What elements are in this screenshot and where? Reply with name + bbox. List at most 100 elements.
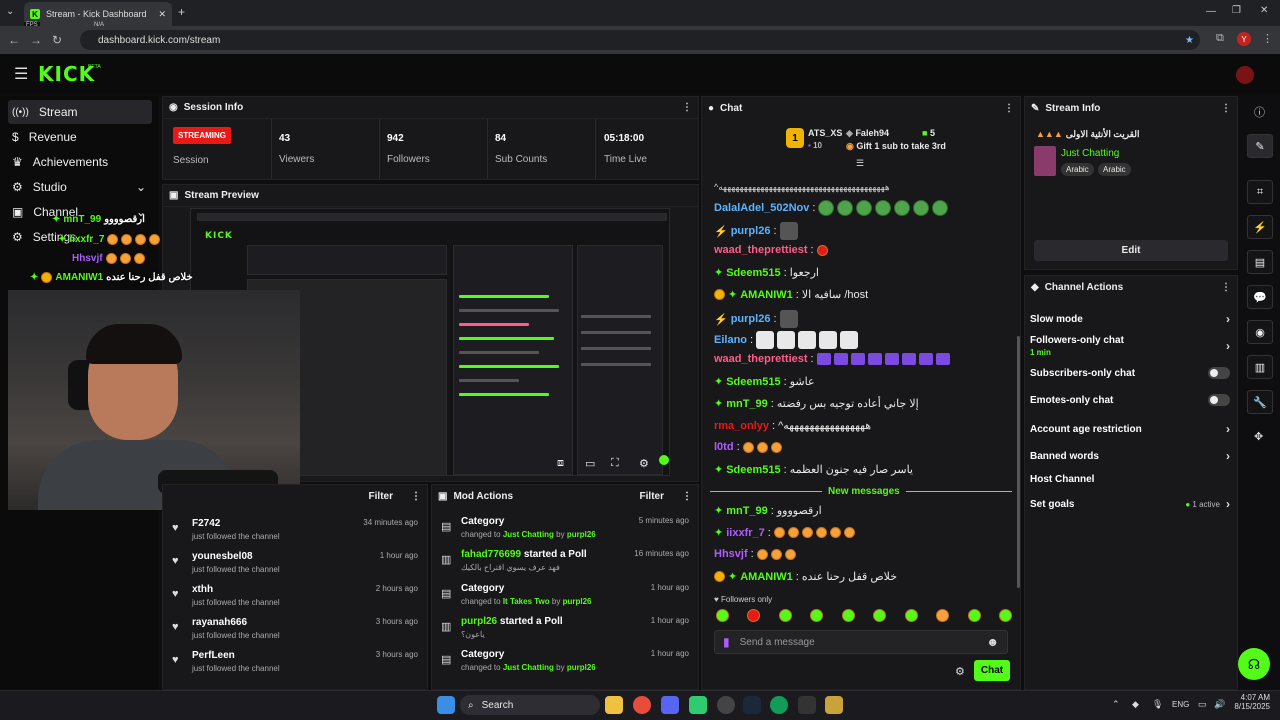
volume-icon[interactable]: 🔊 — [1214, 699, 1225, 710]
file-explorer-icon[interactable] — [605, 696, 623, 714]
steam-icon[interactable] — [743, 696, 761, 714]
back-icon[interactable]: ← — [8, 33, 20, 47]
lightning-icon[interactable]: ⚡ — [1247, 215, 1273, 239]
followers-only-item[interactable]: Followers-only chat 1 min › — [1030, 335, 1230, 357]
emote-icon[interactable] — [873, 609, 887, 622]
broadcast-icon[interactable]: ◉ — [1247, 320, 1273, 344]
bookmark-star-icon[interactable]: ★ — [1185, 35, 1194, 46]
microphone-icon[interactable]: 🎙 — [1152, 699, 1163, 710]
document-icon[interactable]: ▤ — [1247, 250, 1273, 274]
emote-icon[interactable] — [841, 609, 855, 622]
kebab-menu-icon[interactable]: ⋮ — [1221, 103, 1231, 114]
send-chat-button[interactable]: Chat — [974, 660, 1010, 681]
emote-icon[interactable] — [904, 609, 918, 622]
set-goals-item[interactable]: Set goals ● 1 active › — [1030, 497, 1230, 511]
emote-icon[interactable] — [967, 609, 981, 622]
theater-icon[interactable]: ▭ — [585, 457, 595, 470]
emotes-only-toggle[interactable] — [1208, 394, 1230, 406]
followers-only-indicator: ♥ Followers only — [714, 595, 773, 604]
support-headset-icon[interactable]: ☊ — [1238, 648, 1270, 680]
emote-icon[interactable] — [778, 609, 792, 622]
pip-icon[interactable]: ⧈ — [557, 457, 564, 470]
filter-button[interactable]: Filter — [640, 491, 664, 502]
edge-icon[interactable] — [770, 696, 788, 714]
tray-app-icon[interactable]: ◆ — [1132, 699, 1139, 710]
gift-count: ■ 5 — [922, 128, 935, 138]
tab-list-icon[interactable]: ⌄ — [6, 6, 14, 17]
kebab-menu-icon[interactable]: ⋮ — [1004, 103, 1014, 114]
chat-scrollbar[interactable] — [1017, 336, 1020, 588]
minimize-icon[interactable]: — — [1206, 6, 1216, 17]
account-age-item[interactable]: Account age restriction › — [1030, 422, 1230, 436]
tray-chevron-icon[interactable]: ⌃ — [1112, 699, 1120, 710]
app-icon[interactable] — [825, 696, 843, 714]
profile-avatar[interactable]: Y — [1237, 32, 1251, 46]
info-icon[interactable]: ⓘ — [1254, 104, 1265, 120]
kick-logo[interactable]: KICK — [38, 62, 95, 86]
emote-icon[interactable] — [936, 609, 950, 622]
gift-goal: ◉ Gift 1 sub to take 3rd — [846, 141, 946, 151]
wrench-icon[interactable]: 🔧 — [1247, 390, 1273, 414]
user-avatar[interactable] — [1236, 66, 1254, 84]
emote-icon[interactable] — [716, 609, 729, 622]
category-name[interactable]: Just Chatting — [1061, 148, 1119, 159]
kebab-menu-icon[interactable]: ⋮ — [411, 491, 421, 502]
category-icon: ▤ — [441, 588, 452, 600]
taskbar-search[interactable]: ⌕ Search — [460, 695, 600, 715]
new-tab-icon[interactable]: + — [178, 5, 185, 19]
emotes-only-item[interactable]: Emotes-only chat — [1030, 394, 1230, 406]
fullscreen-icon[interactable]: ⛶ — [611, 457, 619, 470]
new-messages-divider[interactable]: New messages — [822, 486, 906, 497]
sidebar-item-studio[interactable]: ⚙ Studio ⌄ — [8, 175, 152, 199]
language-indicator[interactable]: ENG — [1172, 700, 1189, 709]
browser-menu-icon[interactable]: ⋮ — [1262, 32, 1273, 45]
edit-stream-button[interactable]: Edit — [1034, 240, 1228, 261]
emoji-picker-icon[interactable]: ☻ — [986, 635, 999, 649]
discord-icon[interactable] — [661, 696, 679, 714]
extensions-icon[interactable]: ⧉ — [1216, 32, 1224, 45]
chat-bubble-icon[interactable]: 💬 — [1247, 285, 1273, 309]
clock[interactable]: 4:07 AM 8/15/2025 — [1228, 693, 1270, 711]
sidebar-item-revenue[interactable]: $ Revenue — [8, 125, 152, 149]
forward-icon[interactable]: → — [30, 33, 42, 47]
chrome-icon[interactable] — [633, 696, 651, 714]
layout-icon[interactable]: ▥ — [1247, 355, 1273, 379]
edit-icon[interactable]: ✎ — [1247, 134, 1273, 158]
webcam-feed — [8, 290, 300, 510]
kebab-menu-icon[interactable]: ⋮ — [682, 102, 692, 113]
clip-icon[interactable]: ⌗ — [1247, 180, 1273, 204]
windows-start-icon[interactable] — [437, 696, 455, 714]
sidebar-item-achievements[interactable]: ♛ Achievements — [8, 150, 152, 174]
close-tab-icon[interactable]: ✕ — [158, 9, 166, 20]
network-icon[interactable]: ▭ — [1198, 699, 1207, 710]
host-channel-item[interactable]: Host Channel — [1030, 474, 1230, 485]
obs-icon[interactable] — [717, 696, 735, 714]
reload-icon[interactable]: ↻ — [52, 33, 62, 47]
emote-icon[interactable] — [810, 609, 824, 622]
app-icon[interactable] — [689, 696, 707, 714]
address-bar[interactable]: dashboard.kick.com/stream ★ — [80, 30, 1200, 50]
emote-icon[interactable] — [747, 609, 761, 622]
maximize-icon[interactable]: ❐ — [1232, 5, 1241, 16]
chat-input[interactable]: ▮ Send a message ☻ — [714, 630, 1008, 654]
emote-icon[interactable] — [998, 609, 1012, 622]
app-icon[interactable] — [798, 696, 816, 714]
list-item: ▤ Category changed to Just Chatting by pur… — [441, 516, 689, 539]
filter-button[interactable]: Filter — [369, 491, 393, 502]
close-window-icon[interactable]: ✕ — [1260, 5, 1268, 16]
kebab-menu-icon[interactable]: ⋮ — [1221, 282, 1231, 293]
collapse-icon[interactable]: ☰ — [856, 158, 864, 169]
kebab-menu-icon[interactable]: ⋮ — [682, 491, 692, 502]
hamburger-menu-icon[interactable]: ☰ — [14, 64, 28, 84]
sidebar-item-stream[interactable]: ((•)) Stream — [8, 100, 152, 124]
apps-icon[interactable]: ✥ — [1254, 430, 1263, 443]
slow-mode-item[interactable]: Slow mode › — [1030, 312, 1230, 326]
sidebar-item-label: Studio — [32, 180, 67, 194]
chat-settings-icon[interactable]: ⚙ — [955, 665, 965, 678]
subscribers-only-toggle[interactable] — [1208, 367, 1230, 379]
subscribers-only-item[interactable]: Subscribers-only chat — [1030, 367, 1230, 379]
banned-words-item[interactable]: Banned words › — [1030, 449, 1230, 463]
mic-icon[interactable]: ▮ — [723, 635, 730, 649]
chat-message: ✦ AMANIW1: سافيه الا /host — [714, 288, 868, 301]
settings-gear-icon[interactable]: ⚙ — [639, 457, 649, 470]
